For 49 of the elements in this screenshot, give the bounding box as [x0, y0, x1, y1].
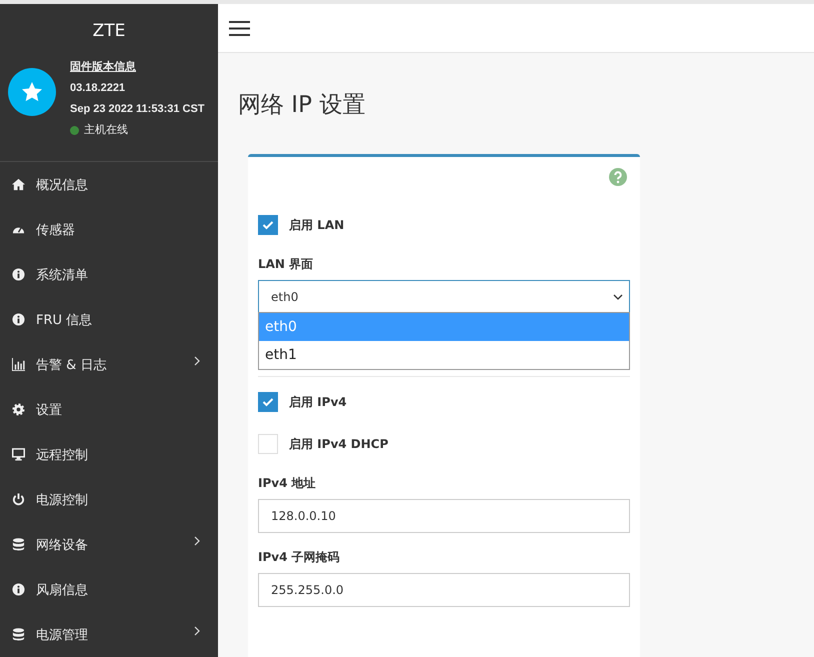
info-icon — [12, 583, 25, 596]
bar-chart-icon — [12, 358, 25, 371]
chevron-right-icon — [194, 536, 200, 546]
check-icon — [262, 220, 274, 230]
sidebar-item[interactable]: 系统清单 — [0, 252, 218, 297]
firmware-date: Sep 23 2022 11:53:31 CST — [70, 102, 205, 118]
checkbox-label: 启用 LAN — [289, 216, 344, 234]
check-icon — [262, 397, 274, 407]
sidebar-item[interactable]: 电源管理 — [0, 612, 218, 657]
sidebar-item[interactable]: 电源控制 — [0, 477, 218, 522]
dropdown-option[interactable]: eth1 — [259, 341, 629, 369]
sidebar-item[interactable]: 远程控制 — [0, 432, 218, 477]
power-icon — [12, 493, 25, 506]
menu-button[interactable] — [229, 20, 250, 36]
firmware-info-link[interactable]: 固件版本信息 — [70, 57, 136, 78]
menu-icon — [229, 20, 250, 36]
help-icon[interactable] — [609, 168, 627, 186]
sidebar-item[interactable]: 风扇信息 — [0, 567, 218, 612]
page-title: 网络 IP 设置 — [238, 91, 366, 120]
sidebar-item[interactable]: 网络设备 — [0, 522, 218, 567]
firmware-version: 03.18.2221 — [70, 81, 126, 96]
info-icon — [12, 268, 25, 281]
database-icon — [12, 628, 25, 641]
checkbox-label: 启用 IPv4 DHCP — [289, 436, 388, 452]
star-avatar-icon — [8, 68, 56, 116]
field-label: IPv4 地址 — [258, 475, 317, 492]
checkbox[interactable] — [258, 392, 278, 412]
checkbox-label: 启用 IPv4 — [289, 394, 347, 410]
monitor-icon — [12, 448, 25, 461]
input-field[interactable]: 128.0.0.10 — [258, 499, 630, 533]
sidebar-item[interactable]: 告警 & 日志 — [0, 342, 218, 387]
chevron-right-icon — [194, 626, 200, 636]
info-icon — [12, 313, 25, 326]
host-status: 主机在线 — [84, 122, 128, 138]
sidebar-item[interactable]: 设置 — [0, 387, 218, 432]
gear-icon — [12, 403, 25, 416]
chevron-down-icon — [613, 294, 623, 300]
sidebar-item[interactable]: 概况信息 — [0, 162, 218, 207]
status-dot — [70, 126, 79, 136]
chevron-right-icon — [194, 356, 200, 366]
sidebar-item[interactable]: FRU 信息 — [0, 297, 218, 342]
field-label: LAN 界面 — [258, 256, 314, 273]
sidebar-item[interactable]: 传感器 — [0, 207, 218, 252]
home-icon — [12, 178, 25, 191]
field-label: IPv4 子网掩码 — [258, 549, 341, 566]
input-field[interactable]: 255.255.0.0 — [258, 573, 630, 607]
database-icon — [12, 538, 25, 551]
checkbox[interactable] — [258, 215, 278, 235]
brand-name: ZTE — [92, 20, 126, 43]
